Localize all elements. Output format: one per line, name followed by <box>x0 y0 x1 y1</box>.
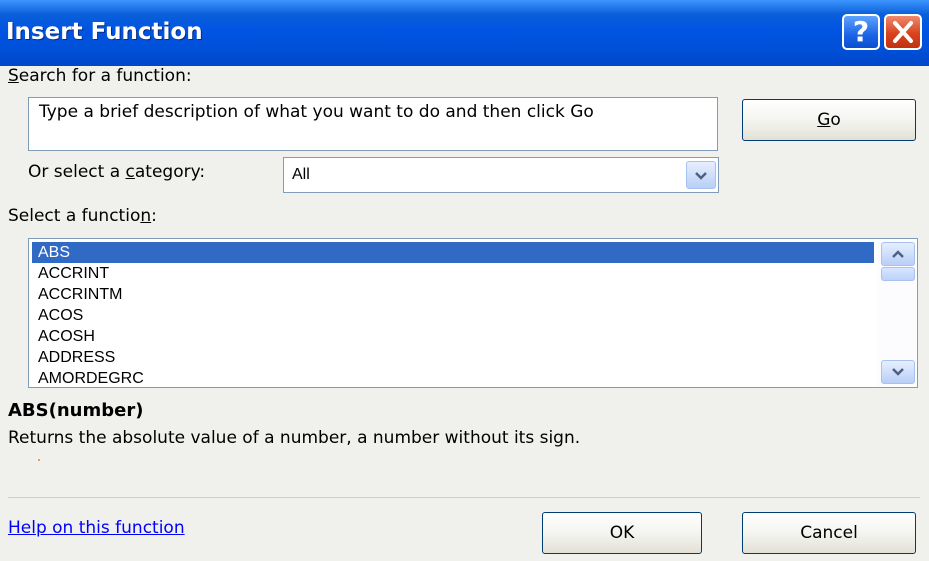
function-list-label-accel: n <box>140 206 152 226</box>
function-signature: ABS(number) <box>8 400 144 421</box>
go-button-accel: G <box>817 110 831 130</box>
divider <box>8 497 920 498</box>
search-label-accel: S <box>8 66 19 86</box>
help-on-function-link[interactable]: Help on this function <box>8 518 185 538</box>
dropdown-chevron-glyph <box>695 172 707 180</box>
category-label-accel: c <box>125 162 135 182</box>
category-selected-value: All <box>292 166 310 183</box>
search-input[interactable]: Type a brief description of what you wan… <box>28 97 718 151</box>
help-icon[interactable]: ? <box>842 14 880 50</box>
list-item[interactable]: ACCRINT <box>32 263 874 284</box>
close-x-glyph <box>893 21 913 43</box>
scroll-up-glyph <box>892 250 904 258</box>
list-item[interactable]: ACOS <box>32 305 874 326</box>
list-item[interactable]: ACOSH <box>32 326 874 347</box>
function-list[interactable]: ABS ACCRINT ACCRINTM ACOS ACOSH ADDRESS … <box>28 238 918 388</box>
chevron-down-icon[interactable] <box>686 161 716 189</box>
list-scrollbar[interactable] <box>878 240 916 386</box>
close-icon[interactable] <box>884 14 922 50</box>
list-item[interactable]: AMORDEGRC <box>32 368 874 387</box>
chevron-up-icon[interactable] <box>881 242 915 266</box>
cancel-button[interactable]: Cancel <box>742 512 916 554</box>
function-description: Returns the absolute value of a number, … <box>8 428 581 448</box>
function-list-label: Select a function: <box>8 206 157 226</box>
stray-mark <box>38 459 40 461</box>
title-bar[interactable]: Insert Function ? <box>0 0 929 66</box>
search-label: Search for a function: <box>8 66 192 86</box>
go-button[interactable]: Go <box>742 99 916 141</box>
dialog-title: Insert Function <box>6 19 203 45</box>
category-select[interactable]: All <box>283 157 719 193</box>
insert-function-dialog: Insert Function ? Search for a function:… <box>0 0 929 561</box>
category-label: Or select a category: <box>28 162 206 182</box>
list-item-selected[interactable]: ABS <box>32 242 874 263</box>
scrollbar-thumb[interactable] <box>881 267 915 281</box>
dialog-body: Search for a function: Type a brief desc… <box>0 66 929 561</box>
chevron-down-icon[interactable] <box>881 360 915 384</box>
ok-button[interactable]: OK <box>542 512 702 554</box>
list-item[interactable]: ADDRESS <box>32 347 874 368</box>
list-item[interactable]: ACCRINTM <box>32 284 874 305</box>
scroll-down-glyph <box>892 368 904 376</box>
